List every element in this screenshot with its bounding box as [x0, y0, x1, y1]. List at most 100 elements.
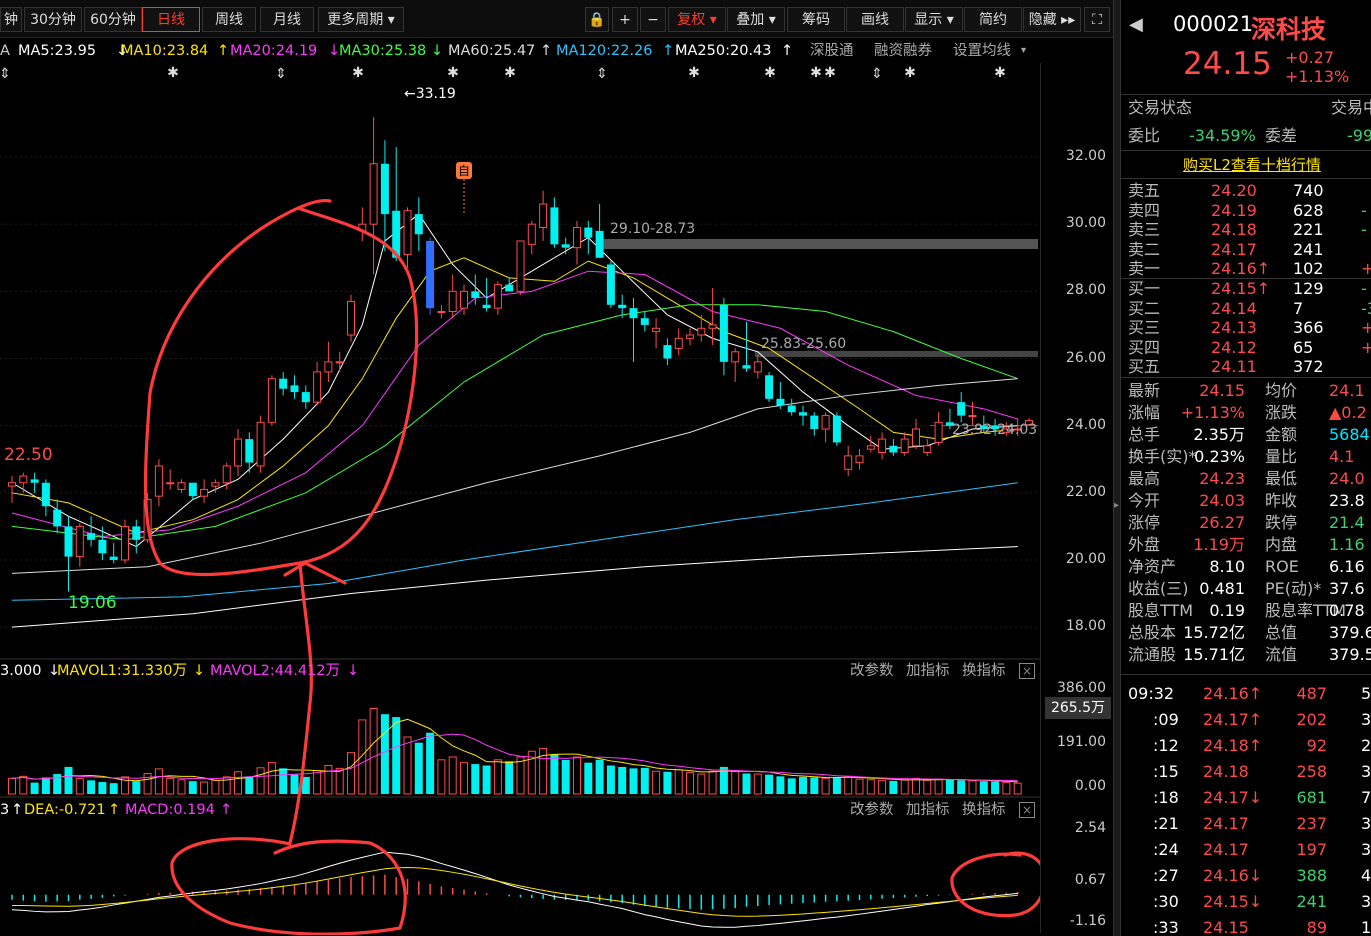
volume-bar[interactable]: [8, 777, 16, 795]
period-tab-4[interactable]: 周线: [202, 7, 256, 32]
candle[interactable]: [460, 284, 468, 315]
volume-bar[interactable]: [482, 765, 491, 794]
candle[interactable]: [719, 298, 728, 376]
volume-bar[interactable]: [957, 780, 966, 794]
volume-bar[interactable]: [414, 742, 423, 794]
candle[interactable]: [708, 287, 717, 346]
candle[interactable]: [866, 435, 875, 453]
vol-tool-add[interactable]: 加指标: [906, 660, 950, 682]
volume-bar[interactable]: [290, 774, 299, 794]
volume-bar[interactable]: [742, 773, 751, 794]
candle[interactable]: [810, 412, 819, 436]
candle[interactable]: [324, 341, 333, 383]
candle[interactable]: [957, 392, 966, 423]
ma-link-1[interactable]: 融资融券: [874, 39, 932, 63]
candle[interactable]: [256, 415, 265, 473]
volume-bar[interactable]: [64, 766, 73, 794]
candle[interactable]: [98, 526, 107, 560]
event-star-icon[interactable]: ✱: [824, 65, 836, 81]
candle[interactable]: [878, 432, 887, 460]
volume-bar[interactable]: [200, 781, 209, 795]
volume-bar[interactable]: [132, 781, 141, 794]
candle[interactable]: [279, 371, 288, 396]
event-star-icon[interactable]: ✱: [504, 65, 516, 81]
event-star-icon[interactable]: ⇕: [871, 66, 883, 82]
volume-bar[interactable]: [188, 781, 197, 794]
candle[interactable]: [53, 499, 62, 534]
event-star-icon[interactable]: ✱: [764, 65, 776, 81]
candle[interactable]: [855, 449, 864, 470]
bid-row[interactable]: 买五 24.11 372: [1121, 357, 1371, 377]
candle[interactable]: [75, 523, 84, 567]
tool-button-6[interactable]: 隐藏 ▸▸: [1023, 7, 1081, 32]
candle[interactable]: [539, 190, 548, 241]
volume-bar[interactable]: [448, 756, 457, 795]
volume-bar[interactable]: [256, 767, 265, 795]
candle[interactable]: [121, 519, 129, 564]
ask-row[interactable]: 卖四 24.19 628 -: [1121, 201, 1371, 221]
volume-bar[interactable]: [561, 759, 570, 794]
candle[interactable]: [414, 197, 423, 252]
candle[interactable]: [776, 382, 785, 409]
macd-tool-add[interactable]: 加指标: [906, 799, 950, 821]
tool-button-1[interactable]: 叠加 ▾: [727, 7, 785, 32]
volume-bar[interactable]: [968, 780, 977, 795]
candle[interactable]: [640, 311, 649, 332]
volume-bar[interactable]: [640, 767, 649, 794]
bid-row[interactable]: 买一 24.15↑ 129 -: [1121, 279, 1371, 299]
tool-button-2[interactable]: 筹码: [787, 7, 845, 32]
tool-button-0[interactable]: 复权 ▾: [668, 7, 726, 32]
volume-bar[interactable]: [471, 764, 480, 794]
candle[interactable]: [505, 277, 514, 292]
volume-bar[interactable]: [945, 779, 954, 794]
macd-tool-params[interactable]: 改参数: [850, 799, 894, 821]
candle[interactable]: [686, 328, 694, 346]
volume-bar[interactable]: [335, 767, 344, 795]
candle[interactable]: [832, 412, 841, 446]
volume-bar[interactable]: [166, 777, 175, 795]
candle[interactable]: [313, 361, 322, 406]
candle[interactable]: [606, 261, 615, 309]
candle[interactable]: [200, 479, 209, 503]
event-star-icon[interactable]: ⇕: [275, 66, 287, 82]
candle[interactable]: [697, 314, 706, 342]
event-star-icon[interactable]: ✱: [352, 65, 364, 81]
period-tab-6[interactable]: 更多周期 ▾: [318, 7, 404, 32]
volume-bar[interactable]: [392, 717, 401, 794]
volume-bar[interactable]: [30, 782, 39, 794]
candle[interactable]: [821, 412, 830, 443]
candle[interactable]: [934, 412, 943, 446]
volume-bar[interactable]: [403, 736, 412, 795]
candle[interactable]: [448, 274, 457, 319]
volume-bar[interactable]: [878, 779, 887, 795]
bid-row[interactable]: 买三 24.13 366 +1: [1121, 318, 1371, 338]
volume-bar[interactable]: [799, 776, 807, 794]
vol-close-icon[interactable]: ×: [1019, 663, 1035, 679]
volume-bar[interactable]: [550, 754, 559, 794]
ask-row[interactable]: 卖二 24.17 241: [1121, 240, 1371, 260]
ma-settings-chevron-icon[interactable]: ▾: [1021, 39, 1026, 63]
volume-bar[interactable]: [313, 770, 322, 795]
candle[interactable]: [8, 476, 16, 503]
volume-bar[interactable]: [708, 770, 717, 795]
macd-tool-change[interactable]: 换指标: [962, 799, 1006, 821]
volume-bar[interactable]: [109, 783, 118, 794]
volume-bar[interactable]: [1013, 782, 1022, 795]
event-star-icon[interactable]: ✱: [904, 65, 916, 81]
candle[interactable]: [889, 439, 898, 456]
candle[interactable]: [652, 318, 661, 349]
volume-bar[interactable]: [426, 732, 435, 794]
volume-bar[interactable]: [369, 708, 378, 795]
candle[interactable]: [900, 432, 909, 456]
period-tab-5[interactable]: 月线: [260, 7, 314, 32]
candle[interactable]: [437, 304, 446, 319]
candle[interactable]: [584, 220, 593, 255]
candle[interactable]: [290, 375, 299, 399]
ma-link-0[interactable]: 深股通: [810, 39, 854, 63]
ma-link-2[interactable]: 设置均线: [953, 39, 1011, 63]
zoom-out-icon[interactable]: −: [640, 7, 666, 32]
volume-bar[interactable]: [776, 776, 785, 794]
candle[interactable]: [731, 348, 740, 383]
volume-bar[interactable]: [87, 780, 96, 794]
candle[interactable]: [595, 204, 604, 258]
